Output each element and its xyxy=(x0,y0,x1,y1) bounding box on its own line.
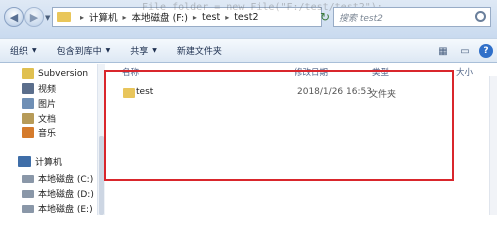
scrollbar-thumb[interactable] xyxy=(99,136,104,215)
organize-button[interactable]: 组织 ▼ xyxy=(0,39,47,62)
sidebar-item-drive-e[interactable]: 本地磁盘 (E:) xyxy=(22,202,93,215)
share-button[interactable]: 共享 ▼ xyxy=(120,39,167,62)
new-folder-label: 新建文件夹 xyxy=(176,47,222,57)
sidebar-item-label: 图片 xyxy=(38,100,57,110)
share-label: 共享 xyxy=(130,47,149,57)
chevron-down-icon: ▼ xyxy=(105,47,111,54)
back-arrow-icon: ◀ xyxy=(9,10,19,24)
computer-icon xyxy=(18,156,31,167)
breadcrumb: ▸ 计算机 ▸ 本地磁盘 (F:) ▸ test ▸ test2 xyxy=(75,10,259,25)
breadcrumb-test[interactable]: test xyxy=(202,12,220,23)
command-bar: 组织 ▼ 包含到库中 ▼ 共享 ▼ 新建文件夹 ▦ ▭ ? xyxy=(0,38,497,63)
sidebar-item-label: 本地磁盘 (E:) xyxy=(38,205,93,215)
subversion-folder-icon xyxy=(22,68,34,79)
sidebar-item-documents[interactable]: 文档 xyxy=(22,112,56,125)
sidebar-item-drive-c[interactable]: 本地磁盘 (C:) xyxy=(22,172,93,185)
sidebar-item-label: 计算机 xyxy=(35,158,63,168)
search-icon xyxy=(475,11,486,22)
address-bar[interactable]: ▸ 计算机 ▸ 本地磁盘 (F:) ▸ test ▸ test2 xyxy=(52,7,322,27)
chevron-right-icon[interactable]: ▸ xyxy=(193,13,197,22)
chevron-down-icon: ▼ xyxy=(32,47,37,54)
sidebar-item-computer[interactable]: 计算机 xyxy=(18,155,62,168)
sidebar-item-pictures[interactable]: 图片 xyxy=(22,97,56,110)
back-button[interactable]: ◀ xyxy=(4,7,24,27)
sidebar-item-videos[interactable]: 视频 xyxy=(22,82,56,95)
help-icon[interactable]: ? xyxy=(479,44,493,58)
breadcrumb-test2[interactable]: test2 xyxy=(234,12,258,23)
chevron-right-icon[interactable]: ▸ xyxy=(80,13,84,22)
folder-icon xyxy=(123,88,135,98)
video-library-icon xyxy=(22,83,34,94)
sidebar-item-label: 文档 xyxy=(38,115,57,125)
organize-label: 组织 xyxy=(10,47,29,57)
file-list-scrollbar[interactable] xyxy=(489,76,497,215)
document-library-icon xyxy=(22,113,34,124)
drive-icon xyxy=(22,174,34,183)
breadcrumb-computer[interactable]: 计算机 xyxy=(89,10,118,24)
include-library-button[interactable]: 包含到库中 ▼ xyxy=(47,39,121,62)
chevron-right-icon[interactable]: ▸ xyxy=(225,13,229,22)
forward-button[interactable]: ▶ xyxy=(24,7,44,27)
file-type: 文件夹 xyxy=(369,90,397,100)
chevron-right-icon[interactable]: ▸ xyxy=(123,13,127,22)
sidebar-item-label: 本地磁盘 (C:) xyxy=(38,175,94,185)
refresh-button[interactable]: ↻ xyxy=(316,8,334,26)
music-library-icon xyxy=(22,127,34,138)
file-row[interactable]: test 2018/1/26 16:53 文件夹 xyxy=(113,86,443,100)
navigation-scrollbar[interactable] xyxy=(97,64,105,215)
preview-pane-icon[interactable]: ▭ xyxy=(457,43,473,59)
drive-icon xyxy=(22,189,34,198)
include-library-label: 包含到库中 xyxy=(56,47,102,57)
sidebar-item-subversion[interactable]: Subversion xyxy=(22,68,88,79)
sidebar-item-label: 本地磁盘 (D:) xyxy=(38,190,94,200)
file-name: test xyxy=(136,87,154,97)
sidebar-item-music[interactable]: 音乐 xyxy=(22,126,56,139)
sidebar-item-label: 视频 xyxy=(38,85,57,95)
sidebar-item-label: Subversion xyxy=(38,68,89,79)
drive-icon xyxy=(22,204,34,213)
sidebar-item-label: 音乐 xyxy=(38,129,57,139)
recent-pages-dropdown-icon[interactable]: ▼ xyxy=(45,14,50,22)
file-date: 2018/1/26 16:53 xyxy=(297,87,372,97)
new-folder-button[interactable]: 新建文件夹 xyxy=(167,39,232,62)
search-input[interactable]: 搜索 test2 xyxy=(333,7,491,27)
address-bar-row: ◀ ▶ ▼ ▸ 计算机 ▸ 本地磁盘 (F:) ▸ test ▸ test2 F… xyxy=(0,0,497,38)
picture-library-icon xyxy=(22,98,34,109)
chevron-down-icon: ▼ xyxy=(152,47,157,54)
view-options-icon[interactable]: ▦ xyxy=(435,43,451,59)
folder-icon xyxy=(57,12,71,22)
breadcrumb-drive-f[interactable]: 本地磁盘 (F:) xyxy=(132,10,188,24)
forward-arrow-icon: ▶ xyxy=(29,10,39,24)
column-header: 名称 修改日期 类型 大小 xyxy=(106,64,497,78)
sidebar-item-drive-d[interactable]: 本地磁盘 (D:) xyxy=(22,187,94,200)
search-placeholder: 搜索 test2 xyxy=(339,13,383,24)
